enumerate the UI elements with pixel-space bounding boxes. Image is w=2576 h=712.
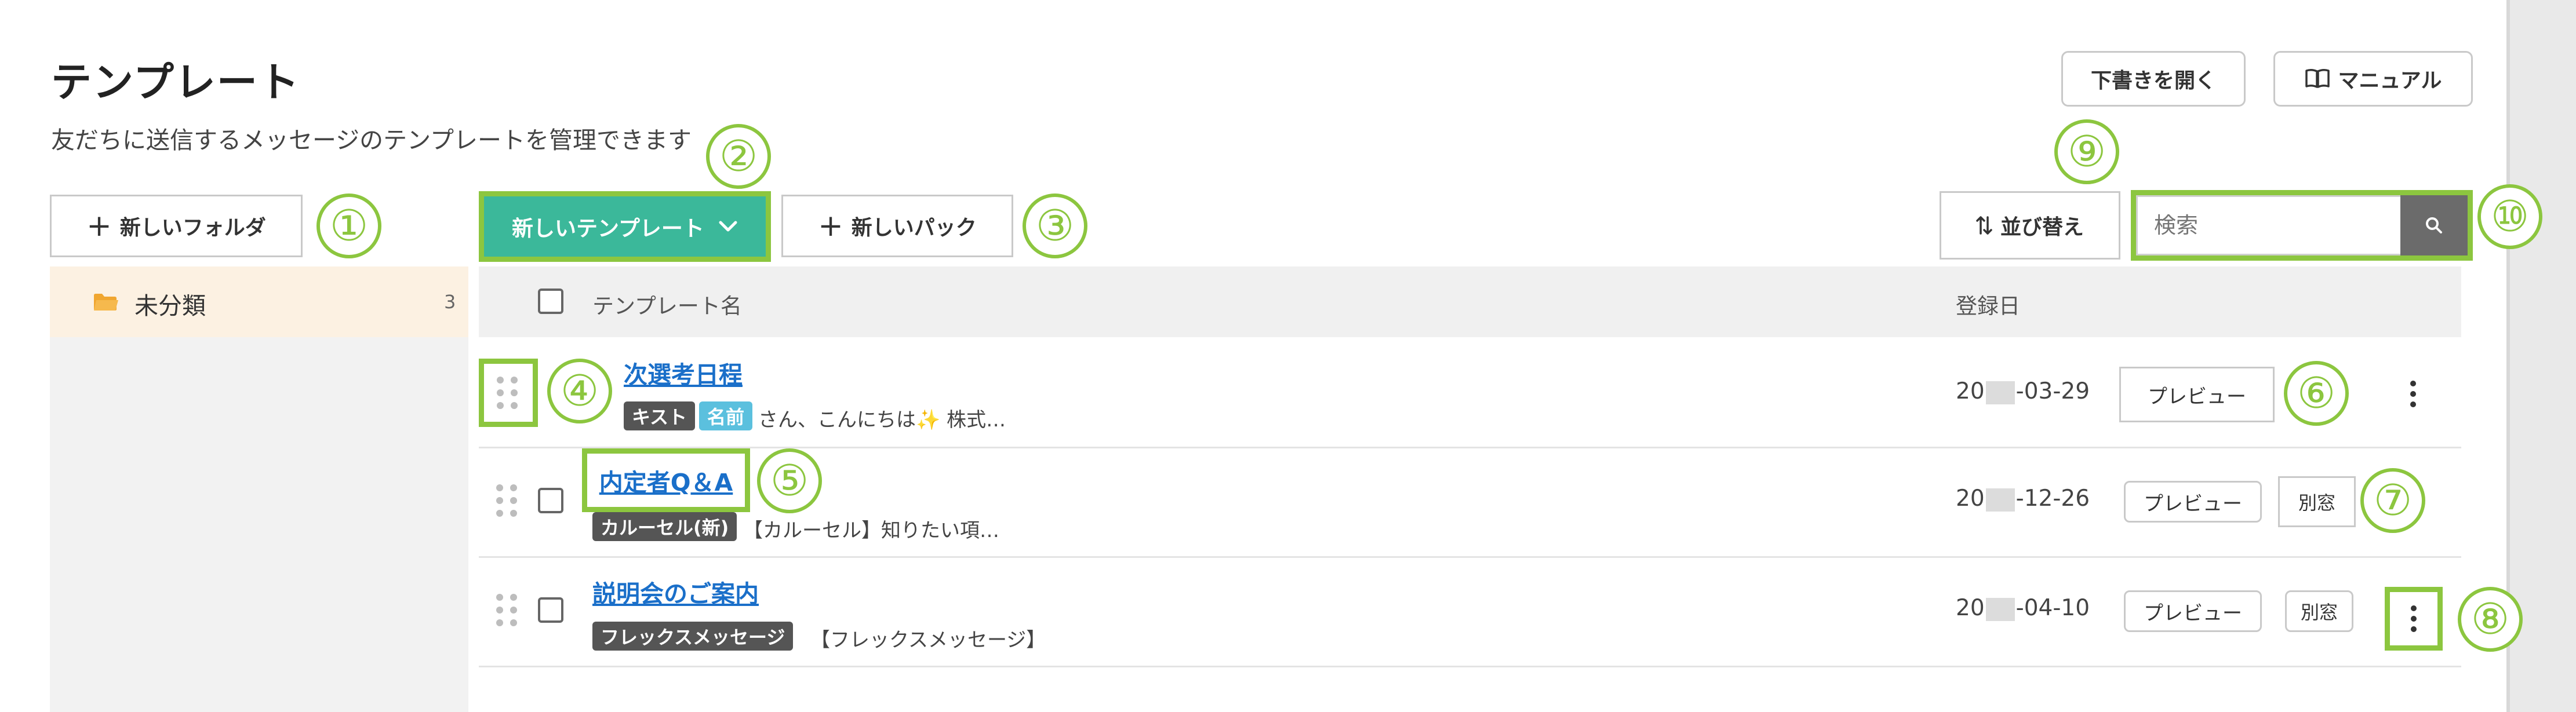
open-new-window-label: 別窓 [2298, 492, 2335, 514]
message-preview: さん、こんにちは✨ 株式… [758, 408, 1006, 432]
annotation-8: ⑧ [2458, 587, 2523, 652]
new-folder-label: 新しいフォルダ [119, 216, 266, 240]
table-header: テンプレート名 登録日 [479, 266, 2461, 337]
column-header-date: 登録日 [1956, 294, 2020, 319]
row-checkbox[interactable] [538, 488, 563, 513]
search-button[interactable] [2400, 195, 2468, 255]
template-type-tag: フレックスメッセージ [592, 622, 794, 651]
select-all-checkbox[interactable] [538, 289, 563, 314]
preview-button[interactable]: プレビュー [2124, 590, 2262, 632]
new-template-dropdown[interactable]: 新しいテンプレート [479, 191, 771, 262]
message-preview: 【カルーセル】知りたい項… [743, 519, 999, 542]
folder-item-uncategorized[interactable]: 未分類 3 [50, 266, 468, 337]
message-preview: 【フレックスメッセージ】 [810, 629, 1046, 652]
more-options-button[interactable] [2385, 587, 2443, 651]
table-row: 内定者Q＆A ⑤ カルーセル(新) 【カルーセル】知りたい項… 20 -12-26… [479, 448, 2461, 556]
open-new-window-button[interactable]: 別窓 [2285, 590, 2353, 632]
annotation-9: ⑨ [2054, 119, 2119, 184]
plus-icon: + [86, 209, 112, 243]
new-template-label: 新しいテンプレート [512, 216, 704, 241]
drag-handle[interactable] [479, 359, 538, 427]
template-type-tag: カルーセル(新) [592, 512, 737, 541]
date-month-day: -04-10 [2015, 595, 2090, 621]
template-name-link[interactable]: 説明会のご案内 [592, 574, 759, 609]
date-year-prefix: 20 [1956, 595, 1985, 621]
date-year-prefix: 20 [1956, 485, 1985, 512]
plus-icon: + [818, 209, 843, 243]
annotation-5: ⑤ [757, 448, 822, 513]
new-pack-label: 新しいパック [851, 216, 977, 240]
sort-label: 並び替え [2000, 216, 2084, 239]
template-name-link[interactable]: 次選考日程 [624, 355, 743, 390]
preview-button[interactable]: プレビュー [2119, 367, 2275, 422]
manual-label: マニュアル [2338, 69, 2442, 93]
column-header-name: テンプレート名 [592, 294, 742, 319]
manual-button[interactable]: マニュアル [2273, 51, 2473, 107]
date-mask [1985, 597, 2015, 621]
name-variable-tag: 名前 [699, 401, 753, 430]
registration-date: 20 -04-10 [1956, 595, 2090, 621]
registration-date: 20 -03-29 [1956, 378, 2090, 404]
new-folder-button[interactable]: + 新しいフォルダ [50, 195, 303, 257]
preview-button-label: プレビュー [2148, 385, 2246, 408]
drag-grip-icon [497, 377, 520, 409]
drag-grip-icon[interactable] [496, 484, 519, 517]
date-month-day: -03-29 [2015, 378, 2090, 404]
open-draft-button[interactable]: 下書きを開く [2061, 51, 2246, 107]
annotation-4: ④ [547, 359, 612, 423]
annotation-1: ① [316, 193, 381, 258]
preview-button-label: プレビュー [2144, 492, 2242, 516]
template-type-tag: キスト [624, 401, 696, 430]
template-page: テンプレート 友だちに送信するメッセージのテンプレートを管理できます 下書きを開… [0, 0, 2542, 712]
date-mask [1985, 488, 2015, 512]
preview-button[interactable]: プレビュー [2124, 481, 2262, 523]
book-icon [2305, 68, 2330, 88]
annotation-7: ⑦ [2360, 468, 2425, 533]
date-year-prefix: 20 [1956, 378, 1985, 404]
row-divider [479, 666, 2461, 667]
open-new-window-button[interactable]: 別窓 [2278, 476, 2356, 527]
search-icon [2426, 217, 2442, 233]
more-options-icon[interactable] [2410, 381, 2416, 407]
page-subtitle: 友だちに送信するメッセージのテンプレートを管理できます [51, 126, 692, 154]
annotation-2: ② [706, 124, 771, 189]
search-box [2131, 190, 2473, 261]
row-checkbox[interactable] [538, 597, 563, 623]
date-mask [1985, 381, 2015, 404]
preview-button-label: プレビュー [2144, 601, 2242, 625]
annotation-6: ⑥ [2284, 361, 2349, 426]
search-input[interactable] [2136, 195, 2400, 255]
annotation-3: ③ [1023, 193, 1087, 258]
annotation-10: ⑩ [2477, 184, 2542, 249]
drag-grip-icon[interactable] [496, 594, 519, 626]
table-row: ④ 次選考日程 キスト 名前 さん、こんにちは✨ 株式… 20 -03-29 プレ… [479, 339, 2461, 447]
folder-count: 3 [444, 291, 456, 313]
chevron-down-icon [719, 221, 737, 232]
page-title: テンプレート [51, 59, 300, 106]
registration-date: 20 -12-26 [1956, 485, 2090, 512]
new-pack-button[interactable]: + 新しいパック [781, 195, 1013, 257]
open-new-window-label: 別窓 [2300, 601, 2338, 623]
template-name-highlight: 内定者Q＆A [582, 448, 750, 512]
template-name-link[interactable]: 内定者Q＆A [599, 463, 733, 498]
folder-name: 未分類 [134, 292, 206, 320]
open-draft-label: 下書きを開く [2090, 69, 2216, 93]
sort-arrows-icon [1976, 216, 1992, 235]
more-options-icon [2411, 605, 2417, 632]
folder-icon [94, 294, 118, 311]
date-month-day: -12-26 [2015, 485, 2090, 512]
table-row: 説明会のご案内 フレックスメッセージ 【フレックスメッセージ】 20 -04-10… [479, 558, 2523, 666]
sort-button[interactable]: 並び替え [1940, 191, 2120, 260]
